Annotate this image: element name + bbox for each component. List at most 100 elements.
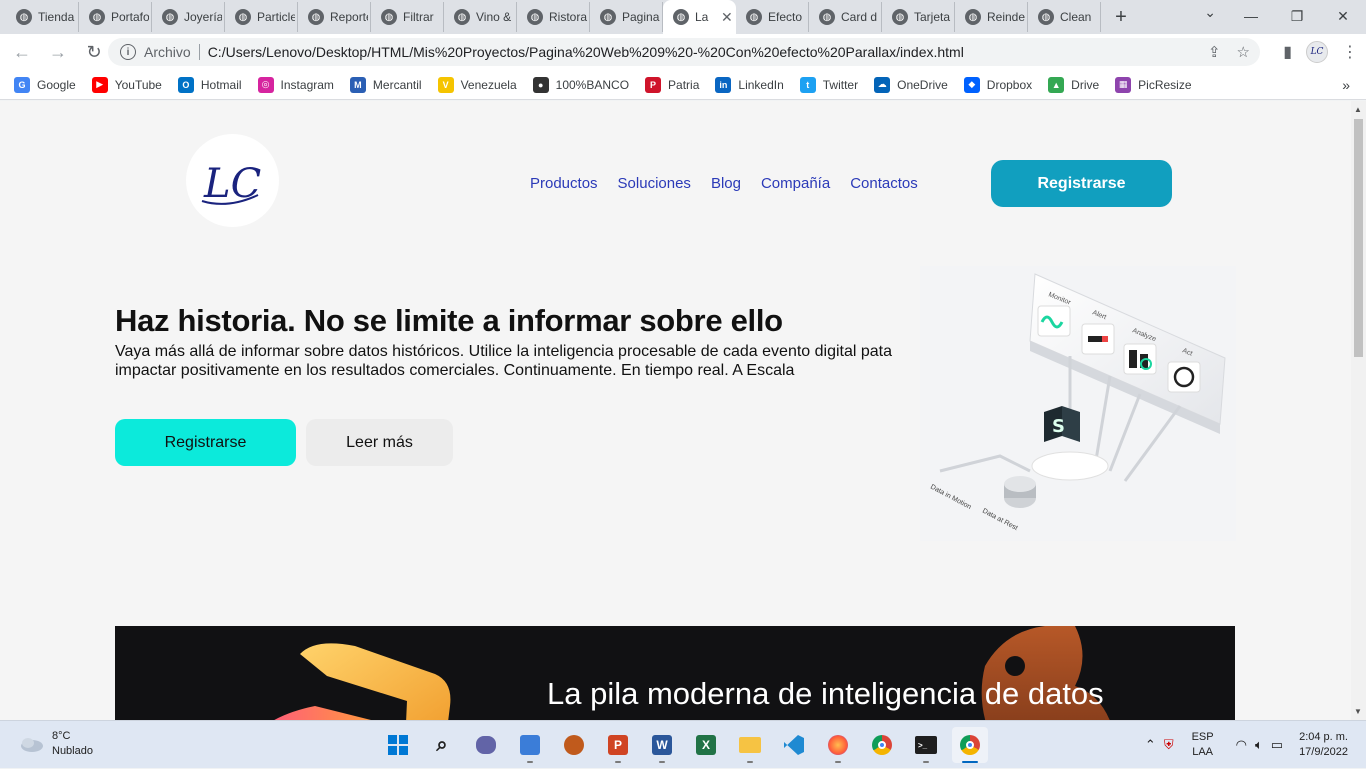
nav-link[interactable]: Soluciones xyxy=(618,175,691,192)
browser-tab[interactable]: ◍ Particles xyxy=(225,2,298,32)
globe-icon: ◍ xyxy=(89,9,105,25)
register-button-hero[interactable]: Registrarse xyxy=(115,419,296,466)
scroll-up-icon[interactable]: ▲ xyxy=(1354,105,1362,114)
bookmark-item[interactable]: t Twitter xyxy=(799,76,858,93)
scheme-label: Archivo xyxy=(144,44,191,60)
excel-icon[interactable]: X xyxy=(688,727,724,763)
volume-icon[interactable]: 🔈︎ xyxy=(1255,737,1263,753)
browser-tab[interactable]: ◍ Tienda xyxy=(6,2,79,32)
bookmark-item[interactable]: ◎ Instagram xyxy=(257,76,334,93)
globe-icon: ◍ xyxy=(235,9,251,25)
browser-tab[interactable]: ◍ La ✕ xyxy=(663,0,736,34)
globe-icon: ◍ xyxy=(162,9,178,25)
battery-icon[interactable]: ▭ xyxy=(1271,737,1283,753)
start-icon[interactable] xyxy=(380,727,416,763)
bookmark-item[interactable]: ▲ Drive xyxy=(1048,76,1100,93)
bookmark-favicon-icon: G xyxy=(14,76,30,93)
nav-link[interactable]: Compañía xyxy=(761,175,830,192)
reload-icon[interactable]: ↻ xyxy=(78,36,110,68)
browser-tab[interactable]: ◍ Efecto xyxy=(736,2,809,32)
bookmark-item[interactable]: ▦ PicResize xyxy=(1115,76,1192,93)
bookmark-item[interactable]: O Hotmail xyxy=(177,76,242,93)
page-scrollbar[interactable]: ▲ ▼ xyxy=(1351,101,1366,720)
bookmark-item[interactable]: ▶ YouTube xyxy=(91,76,162,93)
info-icon[interactable]: i xyxy=(120,44,136,60)
back-icon[interactable]: ← xyxy=(6,36,38,68)
main-nav: Productos Soluciones Blog Compañía Contactos xyxy=(530,175,918,192)
read-more-button[interactable]: Leer más xyxy=(306,419,453,466)
bookmark-item[interactable]: ◆ Dropbox xyxy=(963,76,1032,93)
clock-date: 17/9/2022 xyxy=(1299,746,1348,758)
search-icon[interactable]: ⌕ xyxy=(424,727,460,763)
photo-app-icon[interactable] xyxy=(512,727,548,763)
scrollbar-thumb[interactable] xyxy=(1354,119,1363,357)
vscode-icon[interactable] xyxy=(776,727,812,763)
word-icon[interactable]: W xyxy=(644,727,680,763)
bookmark-item[interactable]: ☁ OneDrive xyxy=(874,76,948,93)
bookmark-item[interactable]: P Patria xyxy=(645,76,699,93)
browser-tab[interactable]: ◍ Reindeer xyxy=(955,2,1028,32)
language-indicator[interactable]: ESP LAA xyxy=(1192,730,1214,760)
bookmark-label: 100%BANCO xyxy=(555,77,630,92)
close-window-icon[interactable]: ✕ xyxy=(1320,0,1366,32)
browser-tab[interactable]: ◍ Pagina xyxy=(590,2,663,32)
chevron-down-icon[interactable]: ⌄ xyxy=(1204,4,1216,21)
terminal-icon[interactable]: >_ xyxy=(908,727,944,763)
nav-link[interactable]: Contactos xyxy=(850,175,918,192)
bookmarks-bar: G Google ▶ YouTube O Hotmail ◎ Instagram M Mercan… xyxy=(0,70,1366,100)
browser-tab[interactable]: ◍ Joyería xyxy=(152,2,225,32)
browser-tab[interactable]: ◍ Vino & xyxy=(444,2,517,32)
browser-tab[interactable]: ◍ Filtrar xyxy=(371,2,444,32)
menu-icon[interactable]: ⋮ xyxy=(1342,42,1358,62)
bookmark-label: Hotmail xyxy=(200,77,242,92)
globe-icon: ◍ xyxy=(381,9,397,25)
bookmark-item[interactable]: V Venezuela xyxy=(437,76,517,93)
site-logo[interactable]: LC xyxy=(186,134,279,227)
browser-tab[interactable]: ◍ Tarjeta xyxy=(882,2,955,32)
scroll-down-icon[interactable]: ▼ xyxy=(1354,707,1362,716)
clock[interactable]: 2:04 p. m. 17/9/2022 xyxy=(1299,730,1348,760)
tab-label: Portafolio xyxy=(111,10,149,24)
new-tab-button[interactable]: + xyxy=(1101,2,1141,32)
bookmark-item[interactable]: in LinkedIn xyxy=(715,76,784,93)
browser-tab[interactable]: ◍ Reportes xyxy=(298,2,371,32)
register-button-header[interactable]: Registrarse xyxy=(991,160,1172,207)
browser-tab[interactable]: ◍ Card d xyxy=(809,2,882,32)
firefox-icon[interactable] xyxy=(820,727,856,763)
minimize-icon[interactable]: — xyxy=(1228,0,1274,32)
bookmark-item[interactable]: M Mercantil xyxy=(349,76,422,93)
browser-tab[interactable]: ◍ Ristorante xyxy=(517,2,590,32)
share-icon[interactable]: ⇪ xyxy=(1208,43,1221,61)
restore-icon[interactable]: ❐ xyxy=(1274,0,1320,32)
game-app-icon[interactable] xyxy=(556,727,592,763)
chrome-icon[interactable] xyxy=(864,727,900,763)
tab-label: Reindeer xyxy=(987,10,1025,24)
powerpoint-icon[interactable]: P xyxy=(600,727,636,763)
bookmark-label: Drive xyxy=(1071,77,1100,92)
clock-time: 2:04 p. m. xyxy=(1299,731,1348,743)
globe-icon: ◍ xyxy=(965,9,981,25)
profile-avatar[interactable]: LC xyxy=(1306,41,1328,63)
url-text[interactable]: C:/Users/Lenovo/Desktop/HTML/Mis%20Proye… xyxy=(208,44,964,60)
weather-widget[interactable]: 8°C Nublado xyxy=(18,729,93,759)
bookmark-star-icon[interactable]: ☆ xyxy=(1237,43,1250,61)
bookmarks-more-icon[interactable]: » xyxy=(1342,77,1350,93)
nav-link[interactable]: Productos xyxy=(530,175,598,192)
chevron-up-icon[interactable]: ⌃ xyxy=(1145,737,1156,753)
browser-tab[interactable]: ◍ Portafolio xyxy=(79,2,152,32)
nav-link[interactable]: Blog xyxy=(711,175,741,192)
file-explorer-icon[interactable] xyxy=(732,727,768,763)
security-icon[interactable]: ⛨ xyxy=(1164,737,1174,753)
browser-tab[interactable]: ◍ Clean xyxy=(1028,2,1101,32)
section-title: La pila moderna de inteligencia de datos xyxy=(547,676,1104,711)
bookmark-item[interactable]: G Google xyxy=(14,76,76,93)
forward-icon[interactable]: → xyxy=(42,36,74,68)
chrome-profile-icon[interactable] xyxy=(952,727,988,763)
close-tab-icon[interactable]: ✕ xyxy=(721,9,733,26)
wifi-icon[interactable]: ◠ xyxy=(1236,737,1247,753)
bookmark-favicon-icon: ▲ xyxy=(1048,76,1065,93)
side-panel-icon[interactable]: ▮ xyxy=(1283,42,1292,62)
teams-chat-icon[interactable] xyxy=(468,727,504,763)
address-bar[interactable]: i Archivo C:/Users/Lenovo/Desktop/HTML/M… xyxy=(108,38,1260,66)
bookmark-item[interactable]: ● 100%BANCO xyxy=(532,76,630,93)
